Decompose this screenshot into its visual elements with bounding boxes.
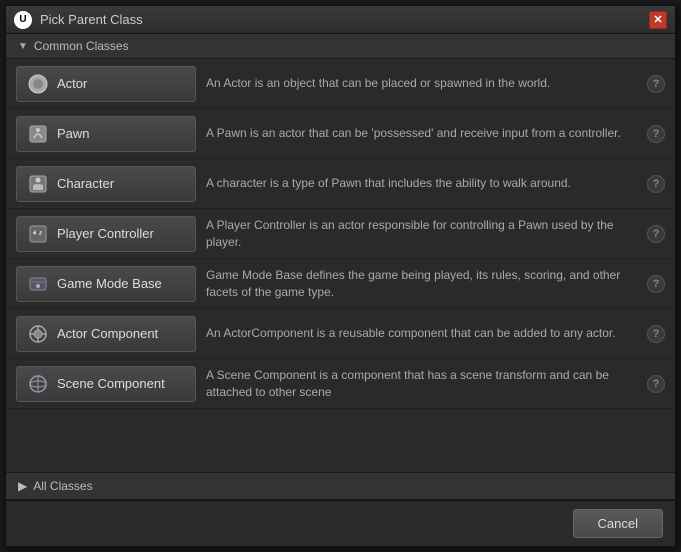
player-controller-label: Player Controller <box>57 226 154 241</box>
actor-button[interactable]: Actor <box>16 66 196 102</box>
title-bar-left: U Pick Parent Class <box>14 11 143 29</box>
pawn-row: Pawn A Pawn is an actor that can be 'pos… <box>6 109 675 159</box>
game-mode-base-icon <box>27 273 49 295</box>
all-classes-arrow: ▶ <box>18 479 27 493</box>
scene-component-icon <box>27 373 49 395</box>
player-controller-button[interactable]: Player Controller <box>16 216 196 252</box>
character-label: Character <box>57 176 114 191</box>
cancel-button[interactable]: Cancel <box>573 509 663 538</box>
player-controller-row: Player Controller A Player Controller is… <box>6 209 675 259</box>
actor-help-icon[interactable]: ? <box>647 75 665 93</box>
character-icon <box>27 173 49 195</box>
game-mode-base-label: Game Mode Base <box>57 276 162 291</box>
actor-component-description: An ActorComponent is a reusable componen… <box>206 325 637 342</box>
scene-component-button[interactable]: Scene Component <box>16 366 196 402</box>
scene-component-description: A Scene Component is a component that ha… <box>206 367 637 401</box>
pawn-description: A Pawn is an actor that can be 'possesse… <box>206 125 637 142</box>
scene-component-label: Scene Component <box>57 376 165 391</box>
actor-component-button[interactable]: Actor Component <box>16 316 196 352</box>
ue-logo: U <box>14 11 32 29</box>
pick-parent-class-dialog: U Pick Parent Class ✕ ▼ Common Classes A… <box>5 5 676 547</box>
pawn-button[interactable]: Pawn <box>16 116 196 152</box>
pawn-label: Pawn <box>57 126 90 141</box>
actor-description: An Actor is an object that can be placed… <box>206 75 637 92</box>
game-mode-base-help-icon[interactable]: ? <box>647 275 665 293</box>
player-controller-icon <box>27 223 49 245</box>
common-classes-arrow: ▼ <box>18 41 28 52</box>
actor-icon <box>27 73 49 95</box>
player-controller-help-icon[interactable]: ? <box>647 225 665 243</box>
game-mode-base-description: Game Mode Base defines the game being pl… <box>206 267 637 301</box>
actor-label: Actor <box>57 76 87 91</box>
character-button[interactable]: Character <box>16 166 196 202</box>
actor-component-icon <box>27 323 49 345</box>
pawn-help-icon[interactable]: ? <box>647 125 665 143</box>
scene-component-row: Scene Component A Scene Component is a c… <box>6 359 675 409</box>
actor-component-row: Actor Component An ActorComponent is a r… <box>6 309 675 359</box>
actor-component-help-icon[interactable]: ? <box>647 325 665 343</box>
all-classes-label: All Classes <box>33 479 92 493</box>
pawn-icon <box>27 123 49 145</box>
dialog-footer: Cancel <box>6 500 675 546</box>
character-description: A character is a type of Pawn that inclu… <box>206 175 637 192</box>
scene-component-help-icon[interactable]: ? <box>647 375 665 393</box>
character-row: Character A character is a type of Pawn … <box>6 159 675 209</box>
actor-row: Actor An Actor is an object that can be … <box>6 59 675 109</box>
game-mode-base-row: Game Mode Base Game Mode Base defines th… <box>6 259 675 309</box>
common-classes-section-header: ▼ Common Classes <box>6 34 675 59</box>
game-mode-base-button[interactable]: Game Mode Base <box>16 266 196 302</box>
character-help-icon[interactable]: ? <box>647 175 665 193</box>
title-bar: U Pick Parent Class ✕ <box>6 6 675 34</box>
player-controller-description: A Player Controller is an actor responsi… <box>206 217 637 251</box>
all-classes-section-header[interactable]: ▶ All Classes <box>6 472 675 500</box>
dialog-title: Pick Parent Class <box>40 12 143 27</box>
close-button[interactable]: ✕ <box>649 11 667 29</box>
actor-component-label: Actor Component <box>57 326 158 341</box>
common-classes-label: Common Classes <box>34 39 129 53</box>
classes-list: Actor An Actor is an object that can be … <box>6 59 675 472</box>
